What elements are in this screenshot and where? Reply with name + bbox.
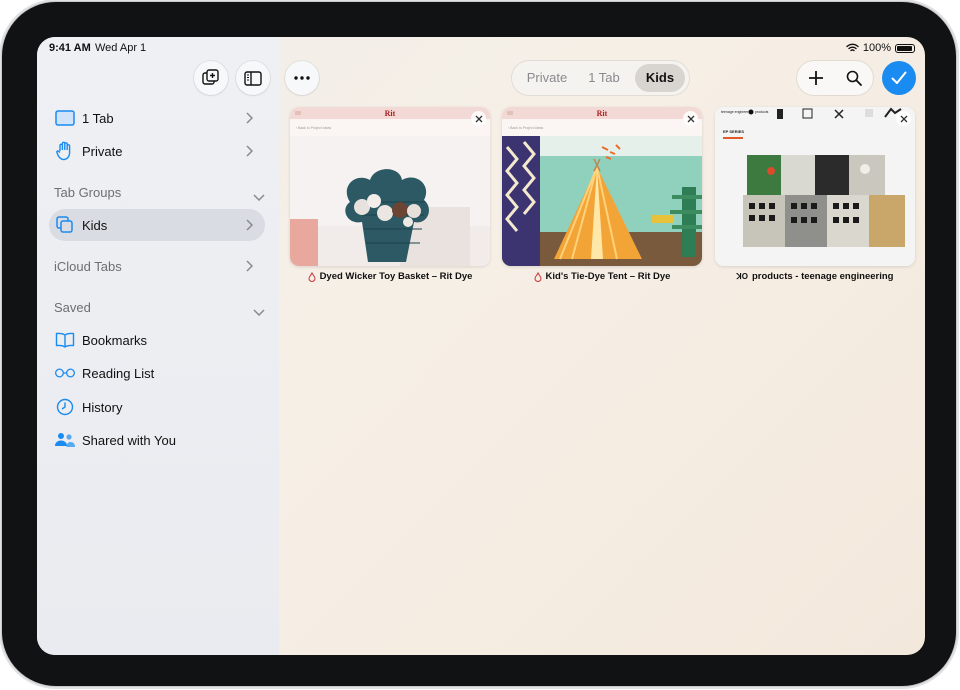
- sidebar-item-bookmarks[interactable]: Bookmarks: [49, 324, 265, 356]
- segment-kids[interactable]: Kids: [635, 64, 685, 92]
- sidebar-item-label: Bookmarks: [82, 332, 148, 348]
- glasses-icon: [54, 362, 76, 384]
- tab-series-label: EP SERIES: [723, 129, 744, 134]
- done-button[interactable]: [882, 61, 916, 95]
- tab-title-text: Kid's Tie-Dye Tent – Rit Dye: [545, 271, 671, 282]
- saved-header[interactable]: Saved: [54, 300, 91, 315]
- new-tab-group-icon: [202, 69, 219, 85]
- segment-1-tab[interactable]: 1 Tab: [578, 64, 630, 92]
- book-icon: [54, 329, 76, 351]
- new-tab-button[interactable]: [797, 61, 835, 95]
- tab-title-text: products - teenage engineering: [752, 271, 894, 282]
- tab-site-logo: Rit: [597, 109, 608, 118]
- status-right: 100%: [846, 42, 915, 54]
- tab-groups-header[interactable]: Tab Groups: [54, 185, 121, 200]
- sidebar-item-label: Kids: [82, 217, 108, 233]
- plus-icon: [809, 71, 823, 85]
- tab-group-icon: [54, 214, 76, 236]
- chevron-right-icon: [246, 218, 254, 236]
- clock-icon: [54, 396, 76, 418]
- sidebar-toggle-button[interactable]: [236, 61, 270, 95]
- close-icon: [687, 115, 694, 122]
- tab-thumbnail: teenage engineering products EP SERIES: [715, 107, 915, 266]
- status-time: 9:41 AM: [49, 42, 91, 54]
- tablet-icon: [54, 107, 76, 129]
- sidebar-toggle-icon: [244, 70, 262, 86]
- more-icon: [294, 76, 310, 80]
- more-button[interactable]: [285, 61, 319, 95]
- sidebar-item-reading-list[interactable]: Reading List: [49, 357, 265, 389]
- battery-icon: [895, 43, 915, 53]
- sidebar-item-label: iCloud Tabs: [54, 258, 122, 274]
- search-tabs-button[interactable]: [835, 61, 873, 95]
- battery-percent: 100%: [862, 42, 891, 54]
- chevron-right-icon: [246, 144, 254, 162]
- screen: 9:41 AM Wed Apr 1 1 Tab Private Tab Grou…: [37, 37, 925, 655]
- tab-title: ꓘO products - teenage engineering: [709, 271, 921, 282]
- close-tab-button[interactable]: [471, 111, 486, 126]
- sidebar-item-label: Reading List: [82, 365, 155, 381]
- tab-nav-label: products: [755, 110, 769, 114]
- sidebar-item-icloud-tabs[interactable]: iCloud Tabs: [49, 250, 265, 282]
- tab-thumbnail: Rit ‹ Back to Project Ideas: [502, 107, 702, 266]
- sidebar-item-label: 1 Tab: [82, 110, 114, 126]
- status-date: Wed Apr 1: [95, 42, 147, 54]
- sidebar-item-kids[interactable]: Kids: [49, 209, 265, 241]
- chevron-down-icon[interactable]: [253, 303, 265, 321]
- chevron-down-icon[interactable]: [253, 188, 265, 206]
- drop-icon: [308, 271, 316, 282]
- chevron-right-icon: [246, 111, 254, 129]
- te-favicon-icon: ꓘO: [736, 272, 748, 281]
- shared-people-icon: [54, 429, 76, 451]
- tab-breadcrumb: ‹ Back to Project Ideas: [508, 126, 543, 130]
- sidebar-item-1-tab[interactable]: 1 Tab: [49, 102, 265, 134]
- search-icon: [846, 70, 862, 86]
- close-icon: [475, 115, 482, 122]
- tab-site-logo: Rit: [385, 109, 396, 118]
- checkmark-icon: [891, 71, 907, 84]
- segment-private[interactable]: Private: [518, 64, 576, 92]
- tab-group-switcher: Private 1 Tab Kids: [512, 61, 689, 95]
- close-icon: [900, 115, 907, 122]
- sidebar: 9:41 AM Wed Apr 1 1 Tab Private Tab Grou…: [37, 37, 279, 655]
- sidebar-item-shared-with-you[interactable]: Shared with You: [49, 424, 265, 456]
- tab-header-text: teenage engineering: [721, 110, 753, 114]
- tab-card[interactable]: Rit ‹ Back to Project Ideas: [290, 107, 490, 266]
- tab-thumbnail: Rit ‹ Back to Project Ideas: [290, 107, 490, 266]
- tab-title-text: Dyed Wicker Toy Basket – Rit Dye: [319, 271, 473, 282]
- chevron-right-icon: [246, 259, 254, 277]
- tab-title: Dyed Wicker Toy Basket – Rit Dye: [284, 271, 496, 282]
- ipad-frame: 9:41 AM Wed Apr 1 1 Tab Private Tab Grou…: [2, 2, 956, 686]
- sidebar-item-history[interactable]: History: [49, 391, 265, 423]
- tab-card[interactable]: teenage engineering products EP SERIES: [715, 107, 915, 266]
- sidebar-item-private[interactable]: Private: [49, 135, 265, 167]
- wifi-icon: [846, 43, 859, 52]
- close-tab-button[interactable]: [896, 111, 911, 126]
- add-search-group: [797, 61, 873, 95]
- sidebar-item-label: Shared with You: [82, 432, 176, 448]
- tab-card[interactable]: Rit ‹ Back to Project Ideas: [502, 107, 702, 266]
- sidebar-item-label: History: [82, 399, 123, 415]
- tab-breadcrumb: ‹ Back to Project Ideas: [296, 126, 331, 130]
- hand-icon: [54, 140, 76, 162]
- tab-title: Kid's Tie-Dye Tent – Rit Dye: [496, 271, 708, 282]
- drop-icon: [534, 271, 542, 282]
- sidebar-item-label: Private: [82, 143, 123, 159]
- close-tab-button[interactable]: [683, 111, 698, 126]
- new-tab-group-button[interactable]: [194, 61, 228, 95]
